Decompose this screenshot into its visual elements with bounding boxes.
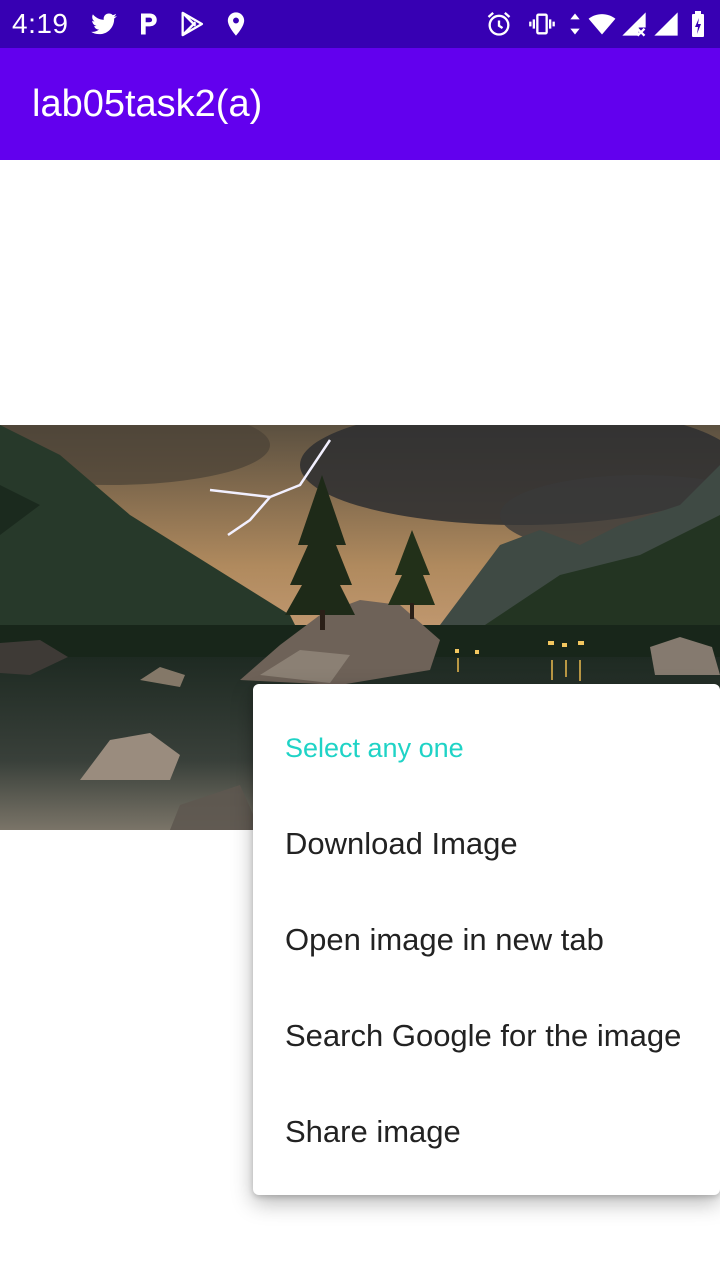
- wifi-icon: [588, 10, 616, 38]
- menu-item-label: Download Image: [285, 826, 518, 861]
- signal-icon: [652, 10, 680, 38]
- app-bar: lab05task2(a): [0, 48, 720, 160]
- app-title: lab05task2(a): [32, 83, 263, 125]
- context-menu: Select any one Download Image Open image…: [253, 684, 720, 1195]
- status-time: 4:19: [12, 8, 69, 39]
- menu-item-label: Open image in new tab: [285, 922, 604, 957]
- menu-header: Select any one: [285, 733, 464, 763]
- play-store-icon: [178, 10, 206, 38]
- vibrate-icon: [528, 10, 556, 38]
- signal-x-icon: [620, 10, 648, 38]
- menu-item-open-in-new-tab[interactable]: Open image in new tab: [253, 892, 720, 988]
- location-icon: [222, 10, 250, 38]
- menu-item-label: Share image: [285, 1114, 461, 1149]
- p-notification-icon: [134, 10, 162, 38]
- alarm-icon: [485, 10, 513, 38]
- battery-charging-icon: [688, 10, 708, 38]
- menu-item-download-image[interactable]: Download Image: [253, 796, 720, 892]
- status-bar: 4:19: [0, 0, 720, 48]
- menu-item-label: Search Google for the image: [285, 1018, 682, 1053]
- data-arrows-icon: [566, 10, 584, 38]
- menu-item-search-google[interactable]: Search Google for the image: [253, 988, 720, 1084]
- menu-item-share-image[interactable]: Share image: [253, 1084, 720, 1180]
- twitter-icon: [90, 10, 118, 38]
